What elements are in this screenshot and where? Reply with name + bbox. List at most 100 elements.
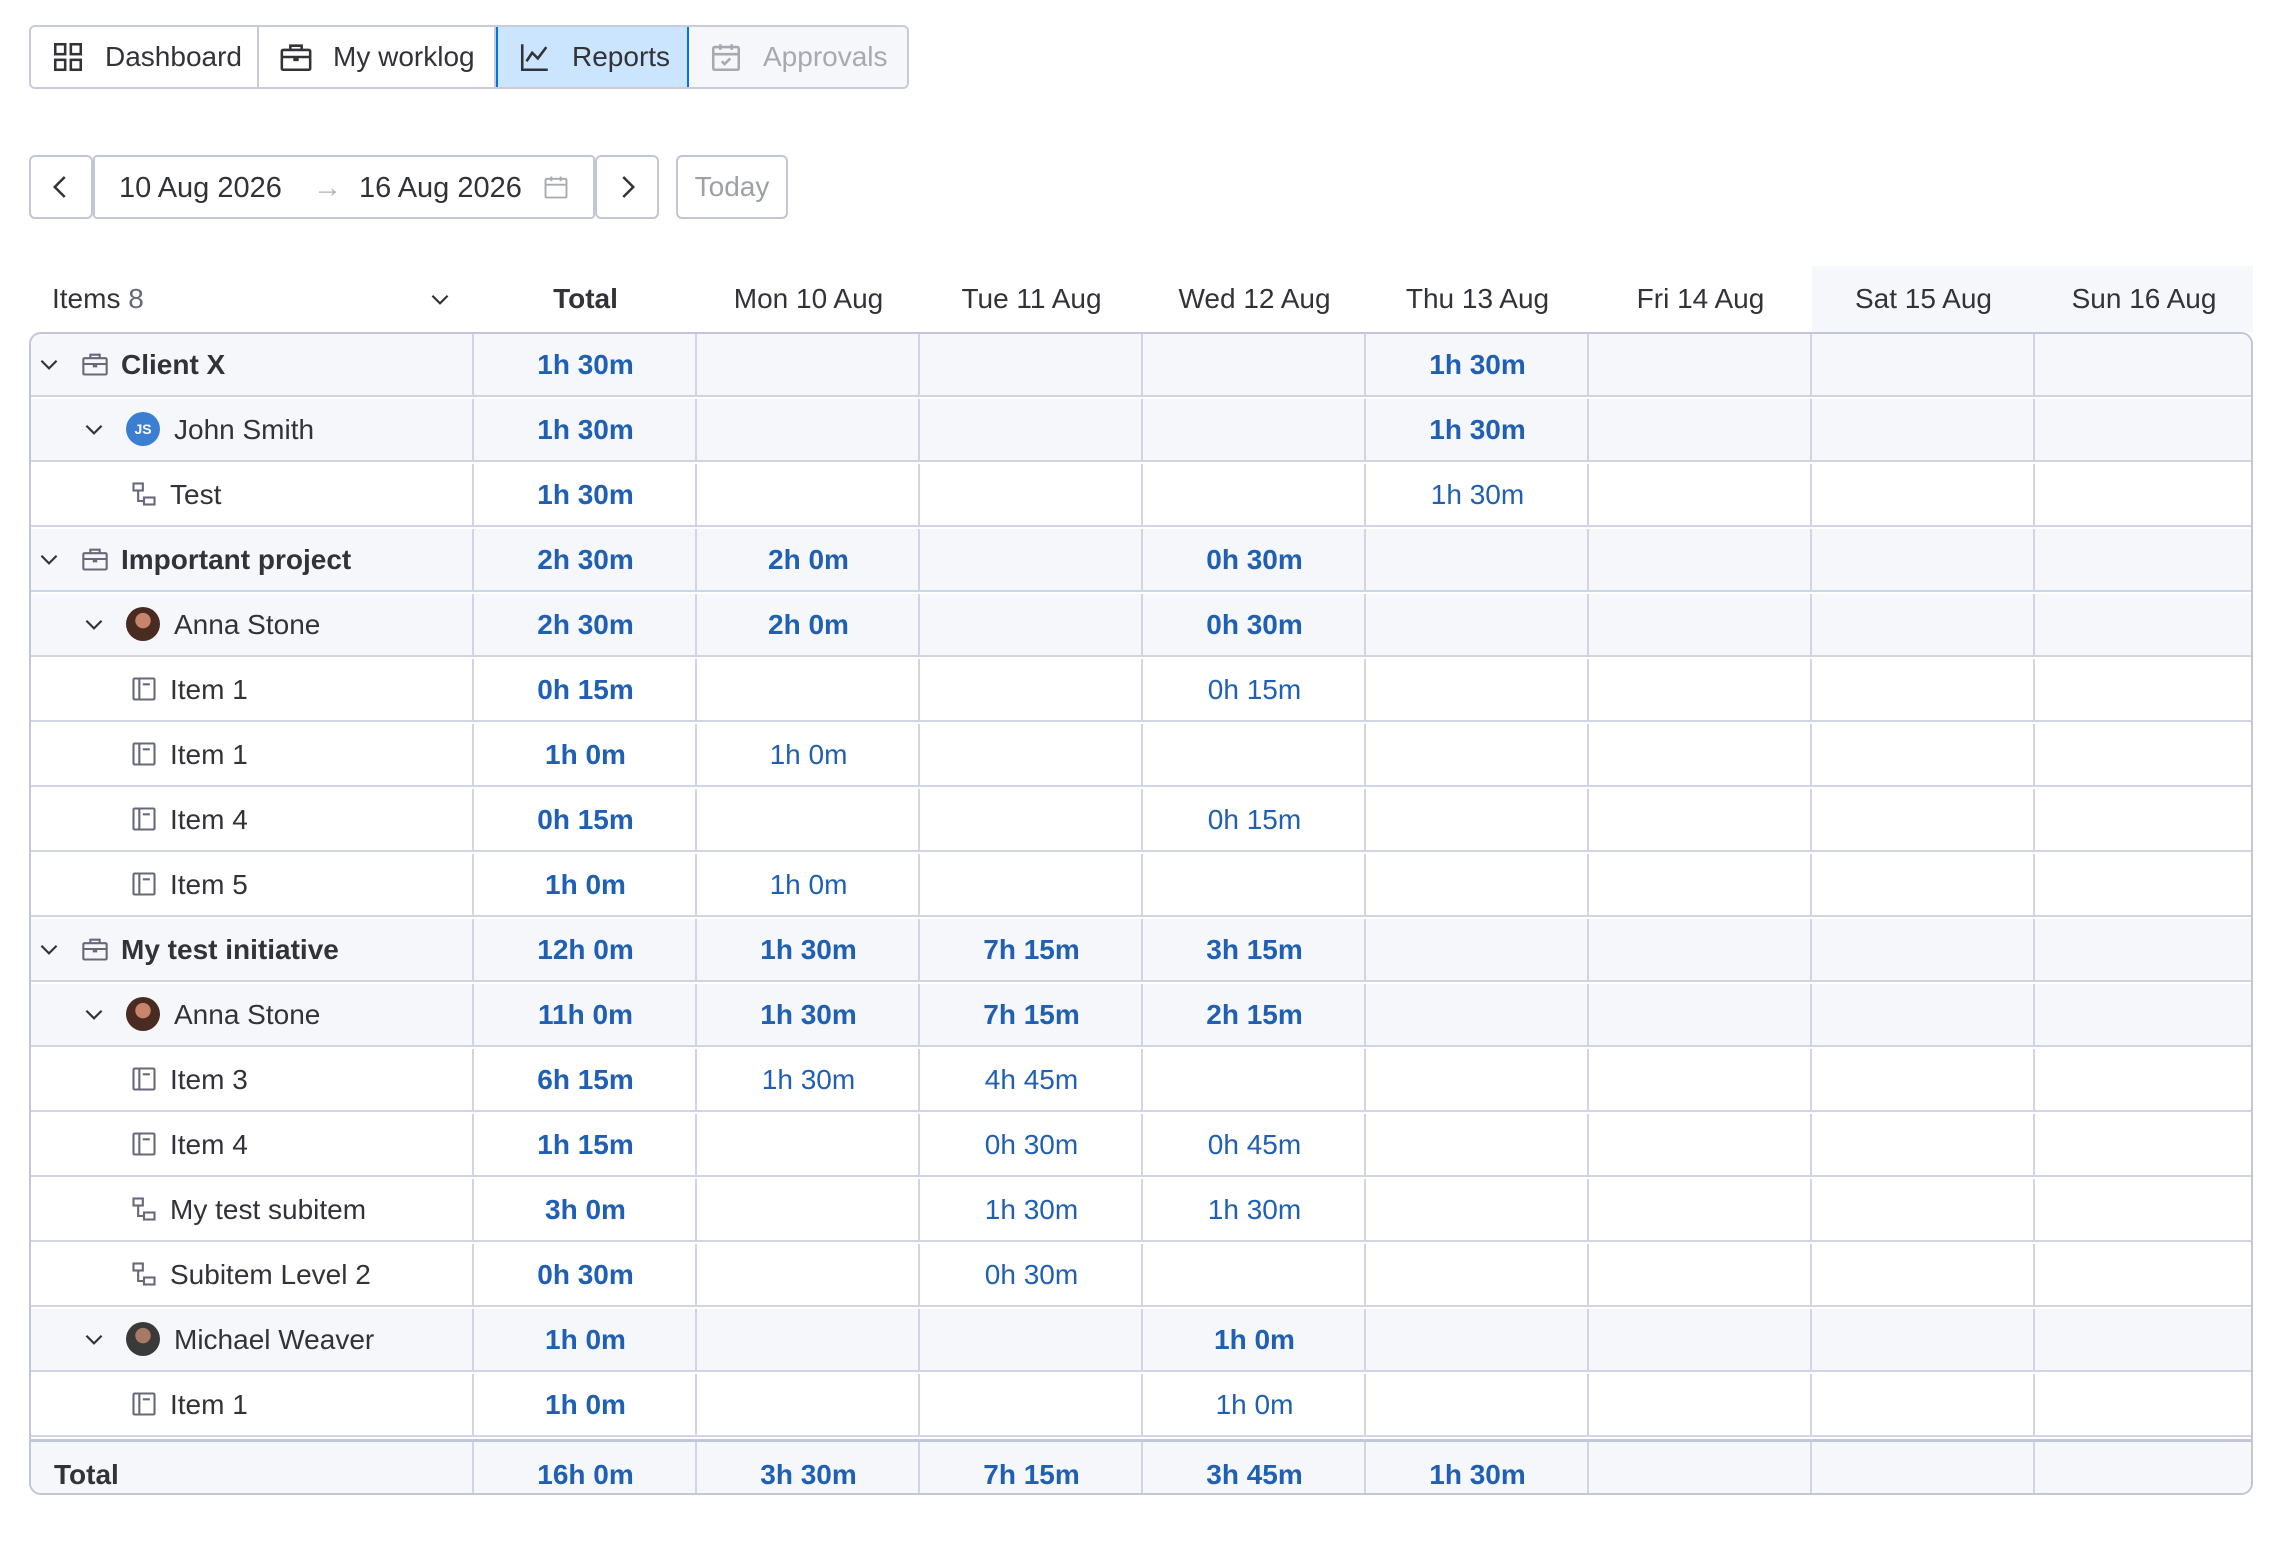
time-cell[interactable]: 0h 15m (1143, 659, 1366, 720)
next-week-button[interactable] (595, 155, 659, 219)
time-cell[interactable] (697, 1179, 920, 1240)
time-cell[interactable] (1143, 334, 1366, 395)
person-row[interactable]: Anna Stone 11h 0m 1h 30m 7h 15m 2h 15m (31, 984, 2251, 1047)
time-cell[interactable] (1366, 1114, 1589, 1175)
time-cell[interactable]: 0h 15m (1143, 789, 1366, 850)
time-cell[interactable] (2035, 529, 2251, 590)
table-row[interactable]: Item 1 1h 0m 1h 0m (31, 724, 2251, 787)
table-row[interactable]: Subitem Level 2 0h 30m 0h 30m (31, 1244, 2251, 1307)
time-cell[interactable] (1812, 1374, 2035, 1435)
time-cell[interactable] (1812, 984, 2035, 1045)
time-cell[interactable] (920, 1309, 1143, 1370)
time-cell[interactable] (2035, 1049, 2251, 1110)
time-cell[interactable] (1812, 399, 2035, 460)
row-label-item-3[interactable]: Item 3 (170, 1049, 248, 1110)
time-cell[interactable] (2035, 1244, 2251, 1305)
row-label-item-1[interactable]: Item 1 (170, 1374, 248, 1435)
time-cell[interactable] (1589, 1374, 1812, 1435)
time-cell[interactable] (1366, 789, 1589, 850)
time-cell[interactable] (1589, 1114, 1812, 1175)
time-cell[interactable] (1812, 334, 2035, 395)
time-cell[interactable] (1812, 529, 2035, 590)
time-cell[interactable] (1366, 1179, 1589, 1240)
time-cell[interactable]: 7h 15m (920, 919, 1143, 980)
time-cell[interactable]: 0h 30m (1143, 529, 1366, 590)
time-cell[interactable] (697, 1244, 920, 1305)
row-label-item-1[interactable]: Item 1 (170, 724, 248, 785)
time-cell[interactable]: 12h 0m (474, 919, 697, 980)
time-cell[interactable] (2035, 1179, 2251, 1240)
chevron-down-icon[interactable] (81, 611, 107, 637)
time-cell[interactable] (920, 529, 1143, 590)
time-cell[interactable] (697, 659, 920, 720)
time-cell[interactable] (920, 464, 1143, 525)
time-cell[interactable] (1366, 984, 1589, 1045)
time-cell[interactable] (1812, 659, 2035, 720)
time-cell[interactable] (1812, 1049, 2035, 1110)
time-cell[interactable]: 1h 0m (474, 854, 697, 915)
time-cell[interactable] (1589, 724, 1812, 785)
time-cell[interactable] (1589, 854, 1812, 915)
time-cell[interactable] (697, 1114, 920, 1175)
row-label-item-4[interactable]: Item 4 (170, 1114, 248, 1175)
time-cell[interactable] (920, 594, 1143, 655)
time-cell[interactable]: 4h 45m (920, 1049, 1143, 1110)
row-label-item-5[interactable]: Item 5 (170, 854, 248, 915)
time-cell[interactable] (1812, 724, 2035, 785)
person-row[interactable]: Michael Weaver 1h 0m 1h 0m (31, 1309, 2251, 1372)
time-cell[interactable]: 1h 30m (474, 464, 697, 525)
time-cell[interactable] (2035, 854, 2251, 915)
time-cell[interactable]: 1h 0m (474, 1309, 697, 1370)
time-cell[interactable] (697, 334, 920, 395)
previous-week-button[interactable] (29, 155, 93, 219)
time-cell[interactable]: 1h 15m (474, 1114, 697, 1175)
time-cell[interactable] (1812, 1179, 2035, 1240)
table-row[interactable]: Item 3 6h 15m 1h 30m 4h 45m (31, 1049, 2251, 1112)
time-cell[interactable] (697, 1309, 920, 1370)
tab-reports[interactable]: Reports (496, 27, 689, 87)
time-cell[interactable] (920, 789, 1143, 850)
time-cell[interactable] (1812, 464, 2035, 525)
time-cell[interactable] (2035, 1374, 2251, 1435)
group-row[interactable]: Important project 2h 30m 2h 0m 0h 30m (31, 529, 2251, 592)
chevron-down-icon[interactable] (36, 351, 62, 377)
time-cell[interactable] (1589, 984, 1812, 1045)
time-cell[interactable] (2035, 724, 2251, 785)
time-cell[interactable] (1366, 919, 1589, 980)
chevron-down-icon[interactable] (81, 1001, 107, 1027)
time-cell[interactable]: 2h 0m (697, 594, 920, 655)
time-cell[interactable] (920, 334, 1143, 395)
time-cell[interactable]: 2h 0m (697, 529, 920, 590)
row-label-anna-stone[interactable]: Anna Stone (174, 594, 320, 655)
row-label-client-x[interactable]: Client X (121, 334, 225, 395)
row-label-item-1[interactable]: Item 1 (170, 659, 248, 720)
row-label-test[interactable]: Test (170, 464, 221, 525)
time-cell[interactable] (697, 464, 920, 525)
time-cell[interactable] (920, 399, 1143, 460)
date-range-picker[interactable]: 10 Aug 2026 → 16 Aug 2026 (93, 155, 595, 219)
time-cell[interactable]: 2h 30m (474, 529, 697, 590)
chevron-down-icon[interactable] (36, 546, 62, 572)
time-cell[interactable]: 1h 30m (1143, 1179, 1366, 1240)
time-cell[interactable] (1366, 854, 1589, 915)
row-label-my-test-initiative[interactable]: My test initiative (121, 919, 339, 980)
person-row[interactable]: JS John Smith 1h 30m 1h 30m (31, 399, 2251, 462)
time-cell[interactable] (1812, 594, 2035, 655)
time-cell[interactable] (1589, 1049, 1812, 1110)
time-cell[interactable] (1589, 789, 1812, 850)
tab-approvals[interactable]: Approvals (689, 27, 907, 87)
time-cell[interactable] (1143, 464, 1366, 525)
table-row[interactable]: Item 5 1h 0m 1h 0m (31, 854, 2251, 917)
time-cell[interactable] (2035, 659, 2251, 720)
time-cell[interactable]: 11h 0m (474, 984, 697, 1045)
time-cell[interactable] (1143, 1244, 1366, 1305)
time-cell[interactable]: 1h 0m (1143, 1309, 1366, 1370)
time-cell[interactable]: 1h 30m (1366, 464, 1589, 525)
time-cell[interactable] (1366, 594, 1589, 655)
today-button[interactable]: Today (676, 155, 788, 219)
time-cell[interactable] (1812, 854, 2035, 915)
time-cell[interactable] (920, 659, 1143, 720)
time-cell[interactable] (1589, 529, 1812, 590)
chevron-down-icon[interactable] (81, 1326, 107, 1352)
table-row[interactable]: Test 1h 30m 1h 30m (31, 464, 2251, 527)
